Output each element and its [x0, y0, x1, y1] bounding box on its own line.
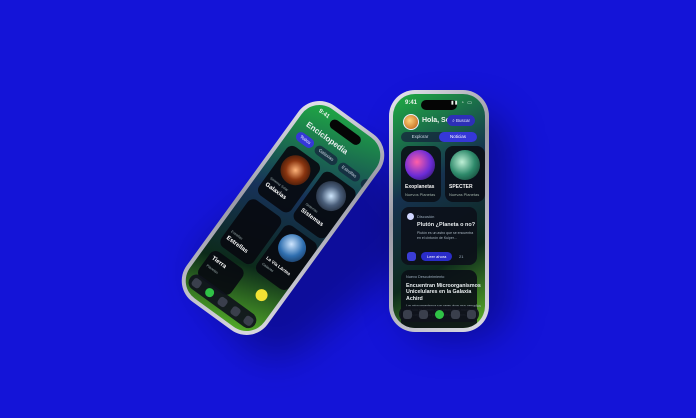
search-label: Buscar [455, 118, 470, 123]
rocket-icon [407, 252, 416, 261]
tab-explorar[interactable]: Explorar [401, 132, 439, 142]
article-tag: Nuevo Descubrimiento [406, 275, 445, 279]
nav-explore-icon[interactable] [418, 309, 428, 319]
status-time: 9:41 [405, 100, 418, 106]
status-icons: ▮▮ ◔ ▭ [450, 100, 473, 106]
nav-home-icon[interactable] [402, 309, 412, 319]
discussion-card[interactable]: Discusión Plutón ¿Planeta o no? Plutón e… [401, 207, 477, 265]
nav-active-icon[interactable] [434, 309, 444, 319]
nav-explore-icon[interactable] [216, 295, 229, 308]
discussion-tag: Discusión [417, 214, 435, 219]
nav-home-icon[interactable] [190, 276, 203, 289]
favorite-icon[interactable] [253, 286, 270, 304]
read-now-button[interactable]: Leer ahora [421, 252, 453, 261]
nav-active-icon[interactable] [203, 285, 216, 299]
card-title: Exoplanetas [405, 184, 435, 190]
article-title: Encuentran Microorganismos Unicelulares … [406, 283, 481, 302]
card-title: SPECTER [449, 184, 473, 190]
card-subtitle: Nuevas Planetas [449, 192, 480, 197]
search-button[interactable]: ⌕ Buscar [447, 115, 475, 126]
tab-bar: Explorar Noticias [401, 132, 477, 142]
author-avatar [407, 213, 414, 220]
nav-profile-icon[interactable] [466, 309, 476, 319]
right-phone: 9:41 ▮▮ ◔ ▭ Hola, Sofia! ⌕ Buscar Explor… [389, 90, 489, 332]
discussion-title: Plutón ¿Planeta o no? [417, 222, 476, 228]
nav-saved-icon[interactable] [229, 304, 242, 318]
right-phone-screen: 9:41 ▮▮ ◔ ▭ Hola, Sofia! ⌕ Buscar Explor… [393, 94, 485, 328]
discussion-body: Plutón es un astro que se encuentra en e… [417, 231, 474, 240]
grid-card-title: Estrellas [224, 235, 249, 255]
tab-noticias[interactable]: Noticias [439, 132, 477, 142]
planet-image [450, 150, 480, 180]
card-specter[interactable]: SPECTER Nuevas Planetas [445, 146, 485, 202]
status-time: 9:41 [317, 108, 331, 121]
comment-count: 21 [459, 254, 464, 259]
bottom-nav [399, 306, 479, 322]
card-subtitle: Nuevos Planetas [405, 192, 436, 197]
card-exoplanetas[interactable]: Exoplanetas Nuevos Planetas [401, 146, 441, 202]
mockup-stage: 9:41 ▮▮ ◔ ▭ Hola, Sofia! ⌕ Buscar Explor… [0, 0, 696, 418]
earth-image [272, 228, 312, 268]
avatar[interactable] [403, 114, 419, 130]
planet-image [405, 150, 435, 180]
nav-saved-icon[interactable] [450, 309, 460, 319]
nav-profile-icon[interactable] [242, 313, 255, 327]
